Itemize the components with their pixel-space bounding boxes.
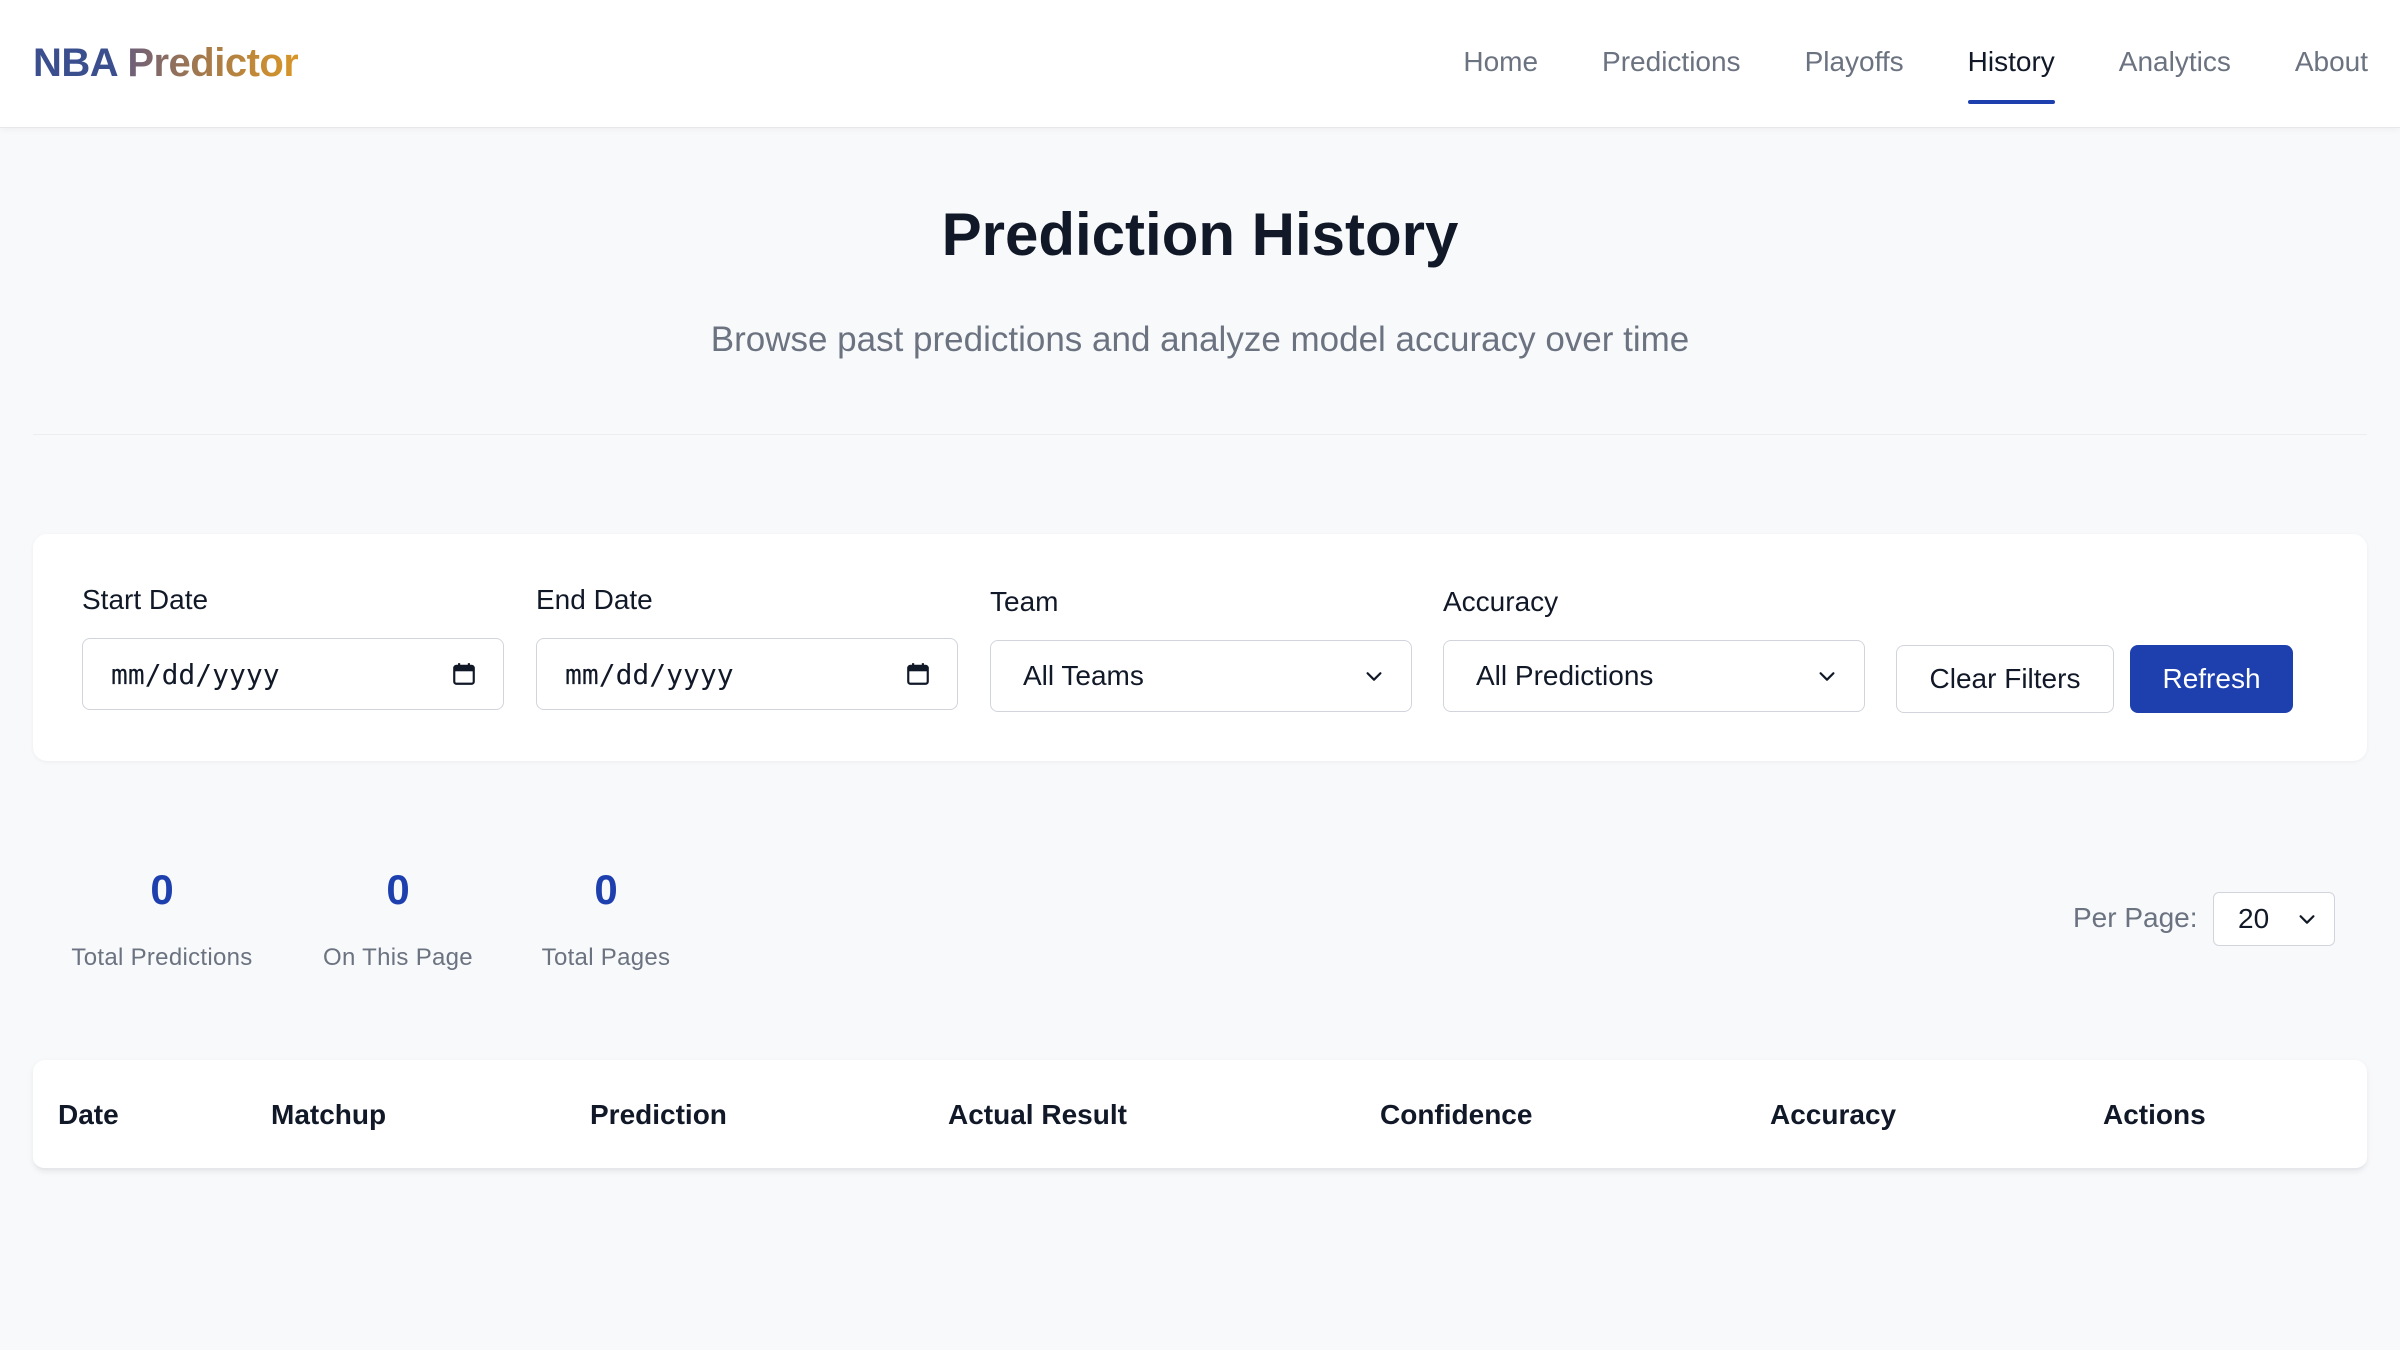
- start-date-label: Start Date: [82, 584, 209, 615]
- accuracy-label: Accuracy: [1443, 586, 1559, 617]
- per-page-select[interactable]: 20: [2213, 892, 2335, 946]
- page-title: Prediction History: [941, 201, 1459, 268]
- nav-link-about[interactable]: About: [2295, 40, 2368, 84]
- stat-total-predictions-value: 0: [150, 866, 174, 913]
- filter-panel: Start Date mm/dd/yyyy End Date mm/dd/yyy…: [33, 534, 2367, 761]
- team-select[interactable]: All Teams: [990, 640, 1412, 712]
- accuracy-select-value: All Predictions: [1476, 660, 1654, 691]
- end-date-value: mm/dd/yyyy: [565, 657, 734, 691]
- stat-total-predictions: 0 Total Predictions: [62, 862, 262, 972]
- end-date-label: End Date: [536, 584, 653, 615]
- page-subtitle: Browse past predictions and analyze mode…: [710, 320, 1690, 359]
- accuracy-select[interactable]: All Predictions: [1443, 640, 1865, 712]
- clear-filters-button[interactable]: Clear Filters: [1896, 645, 2114, 713]
- end-date-group: End Date mm/dd/yyyy: [536, 582, 958, 710]
- stat-total-pages-value: 0: [594, 866, 618, 913]
- column-header-actions[interactable]: Actions: [2103, 1060, 2206, 1170]
- top-navbar: NBA Predictor Home Predictions Playoffs …: [0, 0, 2400, 128]
- nav-link-predictions[interactable]: Predictions: [1602, 40, 1741, 84]
- nav-link-playoffs[interactable]: Playoffs: [1805, 40, 1904, 84]
- per-page-value: 20: [2238, 903, 2270, 934]
- column-header-prediction[interactable]: Prediction: [590, 1060, 727, 1170]
- start-date-value: mm/dd/yyyy: [111, 657, 280, 691]
- column-header-actual-result[interactable]: Actual Result: [948, 1060, 1127, 1170]
- refresh-button[interactable]: Refresh: [2130, 645, 2293, 713]
- stat-on-this-page: 0 On This Page: [318, 862, 478, 972]
- calendar-icon[interactable]: [905, 661, 931, 687]
- nav-link-analytics[interactable]: Analytics: [2119, 40, 2231, 84]
- stat-total-pages-label: Total Pages: [541, 944, 671, 971]
- per-page-label: Per Page:: [2073, 902, 2198, 933]
- calendar-icon[interactable]: [451, 661, 477, 687]
- stat-on-this-page-label: On This Page: [323, 944, 473, 971]
- stat-total-predictions-label: Total Predictions: [71, 944, 253, 971]
- chevron-down-icon: [1819, 672, 1835, 681]
- predictions-table: Date Matchup Prediction Actual Result Co…: [33, 1060, 2367, 1170]
- column-header-matchup[interactable]: Matchup: [271, 1060, 386, 1170]
- start-date-group: Start Date mm/dd/yyyy: [82, 582, 504, 710]
- brand-logo[interactable]: NBA Predictor: [33, 38, 299, 88]
- team-select-value: All Teams: [1023, 660, 1144, 691]
- stat-total-pages: 0 Total Pages: [532, 862, 680, 972]
- nav-link-history[interactable]: History: [1967, 40, 2055, 104]
- team-label: Team: [990, 586, 1059, 617]
- end-date-input[interactable]: mm/dd/yyyy: [536, 638, 958, 710]
- start-date-input[interactable]: mm/dd/yyyy: [82, 638, 504, 710]
- brand-logo-part2: Predictor: [127, 41, 299, 85]
- nav-link-home[interactable]: Home: [1463, 40, 1538, 84]
- column-header-confidence[interactable]: Confidence: [1380, 1060, 1532, 1170]
- brand-logo-part1: NBA: [33, 41, 117, 85]
- chevron-down-icon: [1366, 672, 1382, 681]
- team-group: Team All Teams: [990, 584, 1412, 712]
- chevron-down-icon: [2299, 915, 2315, 924]
- accuracy-group: Accuracy All Predictions: [1443, 584, 1865, 712]
- main-nav: Home Predictions Playoffs History Analyt…: [1399, 40, 2368, 104]
- section-divider: [33, 434, 2367, 435]
- stat-on-this-page-value: 0: [386, 866, 410, 913]
- column-header-date[interactable]: Date: [58, 1060, 119, 1170]
- column-header-accuracy[interactable]: Accuracy: [1770, 1060, 1896, 1170]
